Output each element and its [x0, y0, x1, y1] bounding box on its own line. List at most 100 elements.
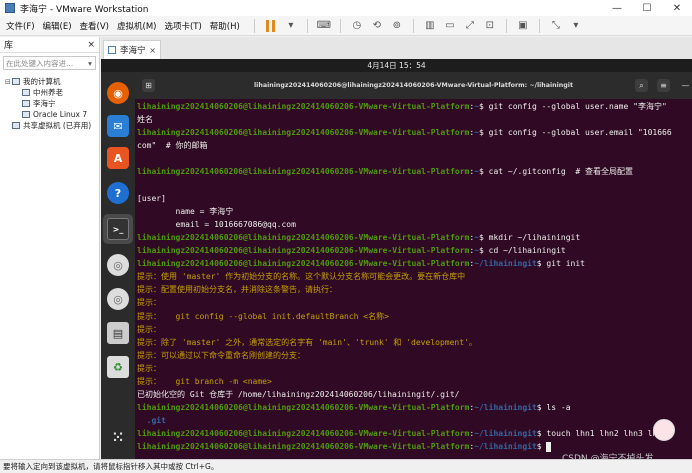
- menu-file[interactable]: 文件(F): [6, 20, 35, 32]
- library-panel: 库 × 在此处键入内容进... ▾ ⊟ 我的计算机 中州养老 李海宁 Oracl…: [0, 37, 100, 459]
- prompt-user: lihainingz202414060206@lihainingz2024140…: [137, 442, 470, 452]
- terminal-line: lihainingz202414060206@lihainingz2024140…: [137, 165, 692, 178]
- console-view-icon[interactable]: ▣: [516, 19, 530, 33]
- menu-help[interactable]: 帮助(H): [210, 20, 240, 32]
- vmware-app-icon: [5, 3, 15, 13]
- firefox-icon[interactable]: ◉: [107, 82, 129, 104]
- toolbar-separator: [253, 18, 255, 33]
- prompt-path: ~/lihainingit: [474, 429, 537, 439]
- close-icon[interactable]: ✕: [662, 0, 692, 16]
- prompt-path: ~/lihainingit: [474, 442, 537, 452]
- terminal-line: 提示： git branch -m <name>: [137, 375, 692, 388]
- terminal-line: lihainingz202414060206@lihainingz2024140…: [137, 257, 692, 270]
- prompt-user: lihainingz202414060206@lihainingz2024140…: [137, 429, 470, 439]
- menubar: 文件(F) 编辑(E) 查看(V) 虚拟机(M) 选项卡(T) 帮助(H) ▾ …: [0, 16, 692, 36]
- pause-dropdown-icon[interactable]: ▾: [284, 19, 298, 33]
- library-close-icon[interactable]: ×: [87, 40, 95, 50]
- terminal-titlebar: ⊞ lihainingz202414060206@lihainingz20241…: [135, 72, 692, 99]
- collapse-icon[interactable]: ⊟: [5, 78, 12, 86]
- prompt-user: lihainingz202414060206@lihainingz2024140…: [137, 232, 470, 242]
- stretch-guest-icon[interactable]: ⤡: [549, 19, 563, 33]
- tree-item-vm-zhongzhou[interactable]: 中州养老: [3, 87, 99, 98]
- trash-icon[interactable]: ♻: [107, 356, 129, 378]
- tab-vm-lihaining[interactable]: 李海宁 ×: [103, 40, 161, 59]
- menu-view[interactable]: 查看(V): [80, 20, 109, 32]
- pause-icon: [264, 19, 278, 32]
- prompt-user: lihainingz202414060206@lihainingz2024140…: [137, 259, 470, 269]
- maximize-icon[interactable]: ☐: [632, 0, 662, 16]
- terminal-line: lihainingz202414060206@lihainingz2024140…: [137, 244, 692, 257]
- thumbnail-bar-icon[interactable]: ▭: [443, 19, 457, 33]
- revert-snapshot-icon[interactable]: ⟲: [370, 19, 384, 33]
- stretch-dropdown-icon[interactable]: ▾: [569, 19, 583, 33]
- terminal-line: lihainingz202414060206@lihainingz2024140…: [137, 401, 692, 414]
- tree-item-vm-lihaining[interactable]: 李海宁: [3, 98, 99, 109]
- tree-item-my-computer[interactable]: ⊟ 我的计算机: [3, 76, 99, 87]
- vm-icon: [22, 89, 30, 96]
- shared-vms-icon: [12, 122, 20, 129]
- output-text: $ mkdir ~/lihainingit: [479, 232, 581, 242]
- fullscreen-icon[interactable]: ⤢: [463, 19, 477, 33]
- toolbar-separator: [505, 18, 507, 33]
- chevron-down-icon[interactable]: ▾: [85, 59, 95, 68]
- snapshot-icon[interactable]: ◷: [350, 19, 364, 33]
- terminal-line: 已初始化空的 Git 仓库于 /home/lihainingz202414060…: [137, 388, 692, 401]
- prompt-user: lihainingz202414060206@lihainingz2024140…: [137, 167, 470, 177]
- vm-tab-strip: 李海宁 ×: [101, 37, 692, 59]
- output-text: $: [536, 442, 547, 452]
- menu-tabs[interactable]: 选项卡(T): [164, 20, 201, 32]
- guest-screen[interactable]: 4月14日 15：54 ◉ ✉ A ? >_ ◎ ◎ ▤ ♻ ⁙ ⊞ lihai…: [101, 59, 692, 459]
- gnome-top-bar: 4月14日 15：54: [101, 59, 692, 72]
- pause-button[interactable]: [264, 19, 278, 33]
- terminal-line: com" # 你的邮箱: [137, 139, 692, 152]
- terminal-line: 提示：使用 'master' 作为初始分支的名称。这个默认分支名称可能会更改。要…: [137, 270, 692, 283]
- tree-item-shared-vms[interactable]: 共享虚拟机 (已弃用): [3, 120, 99, 131]
- terminal-line: lihainingz202414060206@lihainingz2024140…: [137, 126, 692, 139]
- minimize-icon[interactable]: —: [679, 79, 692, 92]
- search-icon[interactable]: ⌕: [635, 79, 648, 92]
- output-text: com" # 你的邮箱: [137, 141, 208, 151]
- menu-edit[interactable]: 编辑(E): [43, 20, 72, 32]
- menu-vm[interactable]: 虚拟机(M): [117, 20, 156, 32]
- output-text: email = 1016667086@qq.com: [137, 219, 296, 229]
- thunderbird-icon[interactable]: ✉: [107, 115, 129, 137]
- terminal-line: 姓名: [137, 113, 692, 126]
- tree-item-vm-oracle-linux[interactable]: Oracle Linux 7: [3, 109, 99, 120]
- hint-text: 提示：: [137, 363, 161, 373]
- terminal-icon[interactable]: >_: [107, 218, 129, 240]
- status-text: 要将输入定向到该虚拟机，请将鼠标指针移入其中或按 Ctrl+G。: [3, 462, 219, 471]
- show-library-icon[interactable]: ▥: [423, 19, 437, 33]
- window-controls: — ☐ ✕: [602, 0, 692, 16]
- hint-text: 提示：: [137, 324, 161, 334]
- snapshot-manager-icon[interactable]: ⊚: [390, 19, 404, 33]
- terminal-output[interactable]: lihainingz202414060206@lihainingz2024140…: [137, 100, 692, 459]
- tab-close-icon[interactable]: ×: [149, 46, 156, 55]
- hint-text: 提示： git branch -m <name>: [137, 376, 272, 386]
- disc-icon[interactable]: ◎: [107, 254, 129, 276]
- terminal-line: lihainingz202414060206@lihainingz2024140…: [137, 231, 692, 244]
- tab-label: 李海宁: [120, 46, 146, 56]
- hint-text: 提示：使用 'master' 作为初始分支的名称。这个默认分支名称可能会更改。要…: [137, 272, 466, 282]
- output-text: $ git config --global user.email "101666: [479, 128, 672, 138]
- library-search-placeholder: 在此处键入内容进...: [6, 58, 74, 68]
- prompt-path: .git: [137, 416, 166, 426]
- show-apps-icon[interactable]: ⁙: [107, 427, 129, 449]
- hamburger-menu-icon[interactable]: ≡: [657, 79, 670, 92]
- terminal-line: name = 李海宁: [137, 205, 692, 218]
- send-ctrl-alt-del-icon[interactable]: ⌨: [317, 19, 331, 33]
- floppy-icon[interactable]: ▤: [107, 322, 129, 344]
- output-text: $ git init: [536, 259, 585, 269]
- app-center-icon[interactable]: A: [107, 147, 129, 169]
- help-icon[interactable]: ?: [107, 182, 129, 204]
- minimize-icon[interactable]: —: [602, 0, 632, 16]
- library-search-input[interactable]: 在此处键入内容进... ▾: [3, 56, 96, 70]
- unity-icon[interactable]: ⊡: [483, 19, 497, 33]
- terminal-line: 提示：: [137, 362, 692, 375]
- prompt-path: ~/lihainingit: [474, 403, 537, 413]
- clock[interactable]: 4月14日 15：54: [367, 60, 425, 71]
- terminal-line: .git: [137, 414, 692, 427]
- output-text: name = 李海宁: [137, 206, 234, 216]
- terminal-line: 提示：配置使用初始分支名，并消除这条警告，请执行：: [137, 283, 692, 296]
- status-bar: 要将输入定向到该虚拟机，请将鼠标指针移入其中或按 Ctrl+G。: [0, 459, 692, 473]
- disc-icon[interactable]: ◎: [107, 288, 129, 310]
